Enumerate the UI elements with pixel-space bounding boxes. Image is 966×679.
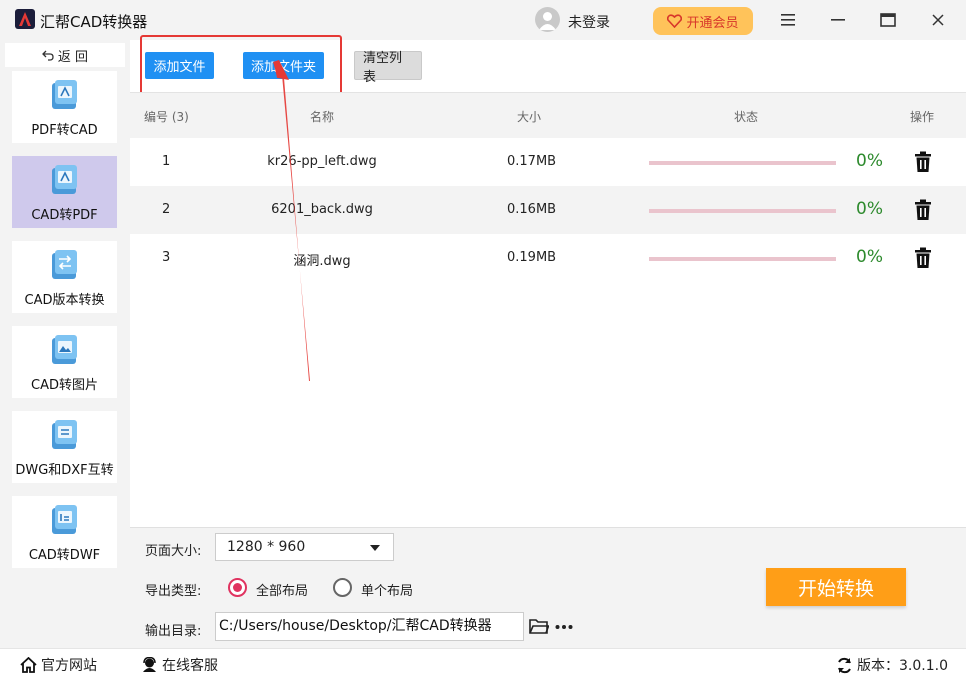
app-title: 汇帮CAD转换器 [40,13,148,31]
output-dir-label: 输出目录: [145,624,202,639]
table-row[interactable]: 1 kr26-pp_left.dwg 0.17MB 0% [130,138,966,186]
export-type-label: 导出类型: [145,584,202,599]
pdf-to-cad-icon [52,80,77,109]
sidebar-label: CAD转图片 [31,378,98,393]
back-label: 返 回 [57,49,89,65]
clear-list-button[interactable]: 清空列表 [354,51,422,85]
menu-icon[interactable] [776,8,800,32]
trash-icon[interactable] [913,199,933,221]
refresh-icon [838,657,851,673]
vip-label: 开通会员 [686,15,739,31]
progress-percent: 0% [856,247,883,267]
table-row[interactable]: 3 涵洞.dwg 0.19MB 0% [130,234,966,282]
progress-bar [649,161,836,165]
sidebar-label: PDF转CAD [31,123,98,138]
row-name: kr26-pp_left.dwg [267,154,377,169]
trash-icon[interactable] [913,151,933,173]
cad-to-dwf-icon [52,505,77,534]
sidebar-label: CAD转PDF [31,208,98,223]
app-logo-icon [15,9,35,29]
page-size-label: 页面大小: [145,544,202,559]
sidebar-item-cad-to-pdf[interactable]: CAD转PDF [12,156,117,228]
page-size-value: 1280 * 960 [227,539,306,555]
option-all-label[interactable]: 全部布局 [256,580,308,599]
progress-percent: 0% [856,199,883,219]
radio-single-layout[interactable] [333,578,352,597]
page-size-select[interactable]: 1280 * 960 [215,533,394,561]
add-file-button[interactable]: 添加文件 [145,52,214,79]
option-single-label[interactable]: 单个布局 [361,580,413,599]
progress-percent: 0% [856,151,883,171]
close-icon[interactable] [926,8,950,32]
customer-service-icon [143,657,156,672]
website-link[interactable]: 官方网站 [20,655,97,675]
sidebar-item-cad-to-dwf[interactable]: CAD转DWF [12,496,117,568]
footer: 官方网站 在线客服 版本：3.0.1.0 [0,648,966,679]
sidebar-label: CAD转DWF [28,548,101,563]
output-dir-field[interactable]: C:/Users/house/Desktop/汇帮CAD转换器 [215,612,524,641]
progress-bar [649,209,836,213]
back-button[interactable]: 返 回 [5,43,125,67]
login-status[interactable]: 未登录 [568,12,610,32]
row-name: 涵洞.dwg [293,254,351,269]
sidebar: 返 回 PDF转CAD CAD转PDF CAD版本转换 CAD转图片 DWG和D… [0,40,130,648]
col-index: 编号 (3) [144,110,189,124]
sidebar-item-cad-version[interactable]: CAD版本转换 [12,241,117,313]
table-row[interactable]: 2 6201_back.dwg 0.16MB 0% [130,186,966,234]
sidebar-item-dwg-dxf[interactable]: DWG和DXF互转 [12,411,117,483]
website-label: 官方网站 [41,658,97,674]
row-size: 0.16MB [507,202,557,217]
dwg-dxf-icon [52,420,77,449]
back-arrow-icon [42,50,54,61]
cad-version-icon [52,250,77,279]
folder-icon[interactable] [529,618,549,635]
sidebar-item-cad-to-image[interactable]: CAD转图片 [12,326,117,398]
cad-to-image-icon [52,335,77,364]
cad-to-pdf-icon [52,165,77,194]
row-size: 0.19MB [507,250,557,265]
col-size: 大小 [517,110,542,124]
user-avatar-icon[interactable] [535,7,560,32]
col-action: 操作 [910,110,935,124]
title-bar: 汇帮CAD转换器 未登录 开通会员 [0,0,966,40]
table-header: 编号 (3) 名称 大小 状态 操作 [130,92,966,138]
more-icon[interactable] [555,624,573,630]
row-name: 6201_back.dwg [271,202,373,217]
maximize-icon[interactable] [876,8,900,32]
sidebar-label: CAD版本转换 [24,293,105,308]
diamond-heart-icon [667,14,683,28]
chevron-down-icon [370,545,380,551]
home-icon [20,657,37,673]
radio-all-layouts[interactable] [228,578,247,597]
trash-icon[interactable] [913,247,933,269]
col-status: 状态 [734,110,759,124]
sidebar-label: DWG和DXF互转 [15,463,114,478]
start-convert-button[interactable]: 开始转换 [766,568,906,606]
support-link[interactable]: 在线客服 [141,655,218,675]
col-name: 名称 [310,110,335,124]
version-label: 版本：3.0.1.0 [857,658,948,674]
minimize-icon[interactable] [826,8,850,32]
vip-button[interactable]: 开通会员 [653,7,753,35]
support-label: 在线客服 [162,658,218,674]
version-info[interactable]: 版本：3.0.1.0 [836,655,948,675]
row-size: 0.17MB [507,154,557,169]
add-folder-button[interactable]: 添加文件夹 [243,52,324,79]
sidebar-item-pdf-to-cad[interactable]: PDF转CAD [12,71,117,143]
progress-bar [649,257,836,261]
